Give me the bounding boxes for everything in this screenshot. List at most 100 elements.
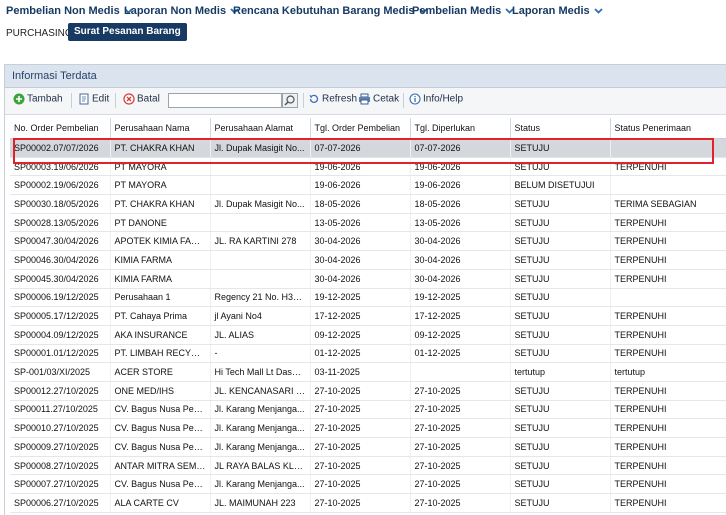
table-cell: [210, 269, 311, 289]
nav-menu-laporan-non-medis[interactable]: Laporan Non Medis: [124, 5, 239, 17]
column-header[interactable]: Tgl. Diperlukan: [410, 118, 511, 139]
table-cell: 27-10-2025: [310, 418, 411, 438]
table-row[interactable]: SP00011.27/10/2025 CV. Bagus Nusa Pers...…: [10, 400, 726, 420]
table-cell: SETUJU: [510, 493, 611, 513]
toolbar-divider: [403, 93, 404, 108]
table-row[interactable]: SP00008.27/10/2025 ANTAR MITRA SEMB... JL …: [10, 456, 726, 476]
table-cell: Jl. Karang Menjanga...: [210, 418, 311, 438]
column-header[interactable]: Status: [510, 118, 611, 139]
table-header-row: No. Order Pembelian Perusahaan Nama Peru…: [10, 118, 726, 139]
table-cell: 30-04-2026: [410, 269, 511, 289]
table-cell: ALA CARTE CV: [110, 493, 211, 513]
toolbar-divider: [115, 93, 116, 108]
table-cell: KIMIA FARMA: [110, 250, 211, 270]
table-row[interactable]: SP00002.19/06/2026 PT MAYORA 19-06-2026 19-…: [10, 175, 726, 196]
column-header[interactable]: Perusahaan Nama: [110, 118, 211, 139]
table-cell: JL. KENCANASARI B...: [210, 381, 311, 401]
column-header[interactable]: Status Penerimaan: [610, 118, 726, 139]
table-row[interactable]: SP00010.27/10/2025 CV. Bagus Nusa Pers...…: [10, 418, 726, 438]
table-cell: SETUJU: [510, 194, 611, 214]
table-cell: 27-10-2025: [410, 456, 511, 476]
panel-title: Informasi Terdata: [12, 70, 97, 82]
table-cell: 27-10-2025: [310, 474, 411, 495]
toolbar-divider: [71, 93, 72, 108]
table-row[interactable]: SP00012.27/10/2025 ONE MED/IHS JL. KENCANA…: [10, 381, 726, 401]
table-cell: Jl. Dupak Masigit No...: [210, 138, 311, 158]
cancel-button[interactable]: Batal: [123, 93, 160, 105]
edit-button[interactable]: Edit: [79, 93, 109, 105]
nav-menu-laporan-medis[interactable]: Laporan Medis: [512, 5, 603, 17]
table-row[interactable]: SP00003.19/06/2026 PT MAYORA 19-06-2026 19-…: [10, 157, 726, 177]
table-cell: 01-12-2025: [410, 344, 511, 364]
column-header[interactable]: Perusahaan Alamat: [210, 118, 311, 139]
add-button[interactable]: Tambah: [13, 93, 63, 105]
table-cell: 30-04-2026: [310, 231, 411, 252]
table-cell: SETUJU: [510, 381, 611, 401]
table-body: SP00002.07/07/2026 PT. CHAKRA KHAN Jl. Dup…: [10, 138, 726, 513]
table-cell: JL. MAIMUNAH 223: [210, 493, 311, 513]
table-cell: SP00012.27/10/2025: [10, 381, 111, 401]
search-input[interactable]: [168, 93, 282, 108]
table-row[interactable]: SP00006.19/12/2025 Perusahaan 1 Regency 21…: [10, 288, 726, 308]
table-cell: JL RAYA BALAS KLU...: [210, 456, 311, 476]
info-help-button[interactable]: Info/Help: [409, 93, 463, 105]
table-row[interactable]: SP00001.01/12/2025 PT. LIMBAH RECYCLE -01-…: [10, 344, 726, 364]
table-cell: [610, 175, 726, 196]
table-cell: 13-05-2026: [310, 213, 411, 233]
table-cell: TERPENUHI: [610, 269, 726, 289]
table-cell: Jl. Karang Menjanga...: [210, 437, 311, 457]
table-cell: TERPENUHI: [610, 325, 726, 345]
table-row[interactable]: SP00004.09/12/2025 AKA INSURANCE JL. ALIAS…: [10, 325, 726, 345]
table-cell: SP00005.17/12/2025: [10, 306, 111, 326]
table-row[interactable]: SP00006.27/10/2025 ALA CARTE CV JL. MAIMUN…: [10, 493, 726, 513]
table-row[interactable]: SP00007.27/10/2025 CV. Bagus Nusa Pers...…: [10, 474, 726, 495]
table-row[interactable]: SP-001/03/XI/2025 ACER STORE Hi Tech Mall …: [10, 362, 726, 382]
table-cell: SETUJU: [510, 474, 611, 495]
refresh-button[interactable]: Refresh: [308, 93, 357, 105]
table-cell: Jl. Karang Menjanga...: [210, 474, 311, 495]
table-cell: [210, 250, 311, 270]
nav-menu-rencana-kebutuhan[interactable]: Rencana Kebutuhan Barang Medis: [233, 5, 428, 17]
table-cell: SP00047.30/04/2026: [10, 231, 111, 252]
table-cell: Regency 21 No. H34 ...: [210, 288, 311, 308]
table-row[interactable]: SP00028.13/05/2026 PT DANONE 13-05-2026 13-…: [10, 213, 726, 233]
column-header[interactable]: No. Order Pembelian: [10, 118, 111, 139]
purchase-order-table: No. Order Pembelian Perusahaan Nama Peru…: [10, 118, 726, 513]
table-row[interactable]: SP00047.30/04/2026 APOTEK KIMIA FARMA JL. …: [10, 231, 726, 252]
table-row[interactable]: SP00002.07/07/2026 PT. CHAKRA KHAN Jl. Dup…: [10, 138, 726, 158]
table-cell: Perusahaan 1: [110, 288, 211, 308]
table-cell: 27-10-2025: [410, 418, 511, 438]
nav-menu-pembelian-medis[interactable]: Pembelian Medis: [412, 5, 514, 17]
table-cell: 27-10-2025: [410, 400, 511, 420]
nav-label: Pembelian Non Medis: [6, 5, 120, 17]
nav-menu-pembelian-non-medis[interactable]: Pembelian Non Medis: [6, 5, 133, 17]
table-cell: TERPENUHI: [610, 493, 726, 513]
table-cell: SP00011.27/10/2025: [10, 400, 111, 420]
tab-surat-pesanan-barang[interactable]: Surat Pesanan Barang: [68, 23, 187, 41]
table-cell: TERPENUHI: [610, 437, 726, 457]
table-cell: SP00006.19/12/2025: [10, 288, 111, 308]
table-cell: jl Ayani No4: [210, 306, 311, 326]
cancel-label: Batal: [137, 93, 160, 105]
breadcrumb[interactable]: PURCHASING: [6, 28, 73, 39]
table-row[interactable]: SP00046.30/04/2026 KIMIA FARMA 30-04-2026 3…: [10, 250, 726, 270]
table-row[interactable]: SP00030.18/05/2026 PT. CHAKRA KHAN Jl. Dup…: [10, 194, 726, 214]
table-cell: SETUJU: [510, 138, 611, 158]
nav-label: Pembelian Medis: [412, 5, 502, 17]
table-cell: 07-07-2026: [410, 138, 511, 158]
table-cell: TERPENUHI: [610, 381, 726, 401]
toolbar: Tambah Edit Batal Refresh Cetak Info/Hel…: [5, 88, 726, 115]
table-row[interactable]: SP00009.27/10/2025 CV. Bagus Nusa Pers...…: [10, 437, 726, 457]
table-cell: SP00007.27/10/2025: [10, 474, 111, 495]
table-cell: KIMIA FARMA: [110, 269, 211, 289]
column-header[interactable]: Tgl. Order Pembelian: [310, 118, 411, 139]
table-cell: 18-05-2026: [310, 194, 411, 214]
table-cell: ONE MED/IHS: [110, 381, 211, 401]
table-cell: 19-06-2026: [310, 157, 411, 177]
search-button[interactable]: [282, 93, 298, 108]
cancel-icon: [123, 93, 135, 105]
table-row[interactable]: SP00005.17/12/2025 PT. Cahaya Prima jl Aya…: [10, 306, 726, 326]
print-button[interactable]: Cetak: [358, 93, 399, 105]
table-cell: SP-001/03/XI/2025: [10, 362, 111, 382]
table-row[interactable]: SP00045.30/04/2026 KIMIA FARMA 30-04-2026 3…: [10, 269, 726, 289]
